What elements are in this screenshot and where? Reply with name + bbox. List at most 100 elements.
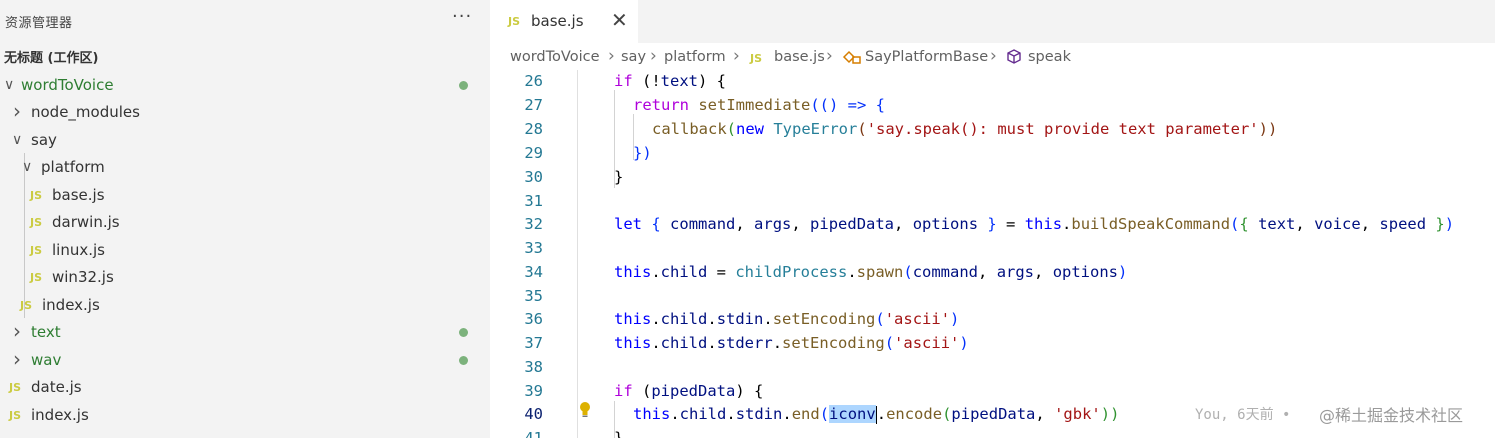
js-file-icon: JS <box>9 409 22 422</box>
tree-folder-wav[interactable]: wav <box>0 347 490 374</box>
js-file-icon: JS <box>30 271 43 284</box>
code-line-32: let { command, args, pipedData, options … <box>614 215 1454 233</box>
breadcrumb-item-speak[interactable]: speak <box>1028 49 1071 65</box>
line-number: 27 <box>524 96 543 114</box>
editor-pane: JS base.js ✕ wordToVoice › say › platfor… <box>490 0 1495 438</box>
breadcrumb-item-wordtovoice[interactable]: wordToVoice <box>510 49 600 65</box>
code-line-28: callback(new TypeError('say.speak(): mus… <box>652 120 1277 138</box>
code-token: pipedData <box>810 215 895 233</box>
code-token: = <box>707 263 736 281</box>
code-token: pipedData <box>651 382 736 400</box>
breadcrumb-separator-icon: › <box>826 46 833 66</box>
chevron-down-icon <box>22 159 32 175</box>
code-token: return <box>633 96 689 114</box>
line-number: 34 <box>524 263 543 281</box>
code-token: (! <box>632 72 661 90</box>
line-number: 31 <box>524 192 543 210</box>
code-token: ) <box>1444 215 1455 233</box>
code-line-41: } <box>614 429 624 438</box>
breadcrumb-item-say[interactable]: say <box>621 49 646 65</box>
tree-folder-wordtovoice[interactable]: wordToVoice <box>0 72 490 99</box>
line-number: 39 <box>524 382 543 400</box>
code-token: child <box>660 310 708 328</box>
code-token: 'ascii' <box>894 334 960 352</box>
code-token: encode <box>886 405 943 423</box>
tree-item-label: date.js <box>31 378 82 396</box>
code-token: ( <box>726 120 736 138</box>
close-icon[interactable]: ✕ <box>611 8 628 32</box>
code-line-37: this.child.stderr.setEncoding('ascii') <box>614 334 969 352</box>
breadcrumb-separator-icon: › <box>608 46 615 66</box>
method-cube-icon <box>1007 49 1021 64</box>
tree-folder-say[interactable]: say <box>0 127 490 154</box>
watermark: @稀土掘金技术社区 <box>1319 406 1464 425</box>
tree-item-label: platform <box>41 158 105 176</box>
code-token: . <box>707 334 717 352</box>
code-token: . <box>763 310 773 328</box>
code-token: command <box>670 215 736 233</box>
code-token: . <box>782 405 792 423</box>
tree-folder-platform[interactable]: platform <box>0 154 490 181</box>
code-token: command <box>912 263 979 281</box>
tree-item-label: index.js <box>31 406 89 424</box>
code-line-27: return setImmediate(() => { <box>633 96 885 114</box>
explorer-title: 资源管理器 <box>5 16 73 31</box>
code-token: )) <box>1258 120 1278 138</box>
line-number: 40 <box>524 405 543 423</box>
tree-file-win32-js[interactable]: JS win32.js <box>0 264 490 291</box>
workspace-title[interactable]: 无标题 (工作区) <box>4 47 98 66</box>
code-token: if <box>614 382 633 400</box>
chevron-right-icon <box>13 324 21 342</box>
breadcrumb-item-sayplatformbase[interactable]: SayPlatformBase <box>865 49 988 65</box>
code-token: ( <box>1230 215 1240 233</box>
code-token: text <box>1258 215 1296 233</box>
chevron-right-icon <box>13 352 21 370</box>
code-token: child <box>660 263 708 281</box>
code-token: , <box>791 215 811 233</box>
line-number: 36 <box>524 310 543 328</box>
code-token: . <box>651 310 661 328</box>
code-token: options <box>912 215 979 233</box>
tree-folder-text[interactable]: text <box>0 319 490 346</box>
tree-file-linux-js[interactable]: JS linux.js <box>0 237 490 264</box>
tree-folder-node-modules[interactable]: node_modules <box>0 99 490 126</box>
lightbulb-icon[interactable] <box>578 401 592 419</box>
code-token: ) <box>1118 263 1128 281</box>
code-token: childProcess <box>735 263 848 281</box>
code-token: , <box>1295 215 1315 233</box>
code-token: stdin <box>735 405 783 423</box>
code-token: )) <box>1100 405 1120 423</box>
code-token: args <box>996 263 1035 281</box>
code-token: stderr <box>716 334 773 352</box>
tree-file-index-js[interactable]: JS index.js <box>0 402 490 429</box>
line-number: 35 <box>524 287 543 305</box>
tree-file-say-index-js[interactable]: JS index.js <box>0 292 490 319</box>
code-token: ) { <box>735 382 764 400</box>
tree-file-date-js[interactable]: JS date.js <box>0 374 490 401</box>
more-actions-icon[interactable]: ··· <box>452 6 472 27</box>
code-token: ) <box>950 310 960 328</box>
breadcrumb-separator-icon: › <box>650 46 657 66</box>
line-number: 41 <box>524 429 543 438</box>
breadcrumb-item-platform[interactable]: platform <box>664 49 726 65</box>
code-token: stdin <box>716 310 764 328</box>
code-token: , <box>1034 263 1053 281</box>
code-token: 'say.speak(): must provide text paramete… <box>866 120 1259 138</box>
code-token: ( <box>857 120 867 138</box>
code-token: child <box>660 334 708 352</box>
js-file-icon: JS <box>30 244 43 257</box>
git-modified-dot-icon <box>459 81 468 90</box>
tree-item-label: wav <box>31 351 62 369</box>
js-file-icon: JS <box>9 381 22 394</box>
tree-file-base-js[interactable]: JS base.js <box>0 182 490 209</box>
code-token: ( <box>884 334 895 352</box>
tree-file-darwin-js[interactable]: JS darwin.js <box>0 209 490 236</box>
selected-token: iconv <box>829 405 876 423</box>
code-area[interactable]: 26 27 28 29 30 31 32 33 34 35 36 37 38 3… <box>490 70 1495 438</box>
tab-base-js[interactable]: JS base.js ✕ <box>490 0 638 43</box>
breadcrumb-item-base-js[interactable]: base.js <box>774 49 825 65</box>
code-token: ( <box>632 382 652 400</box>
code-token: pipedData <box>951 405 1036 423</box>
tab-bar: JS base.js ✕ <box>490 0 1495 43</box>
code-token: this <box>1024 215 1063 233</box>
